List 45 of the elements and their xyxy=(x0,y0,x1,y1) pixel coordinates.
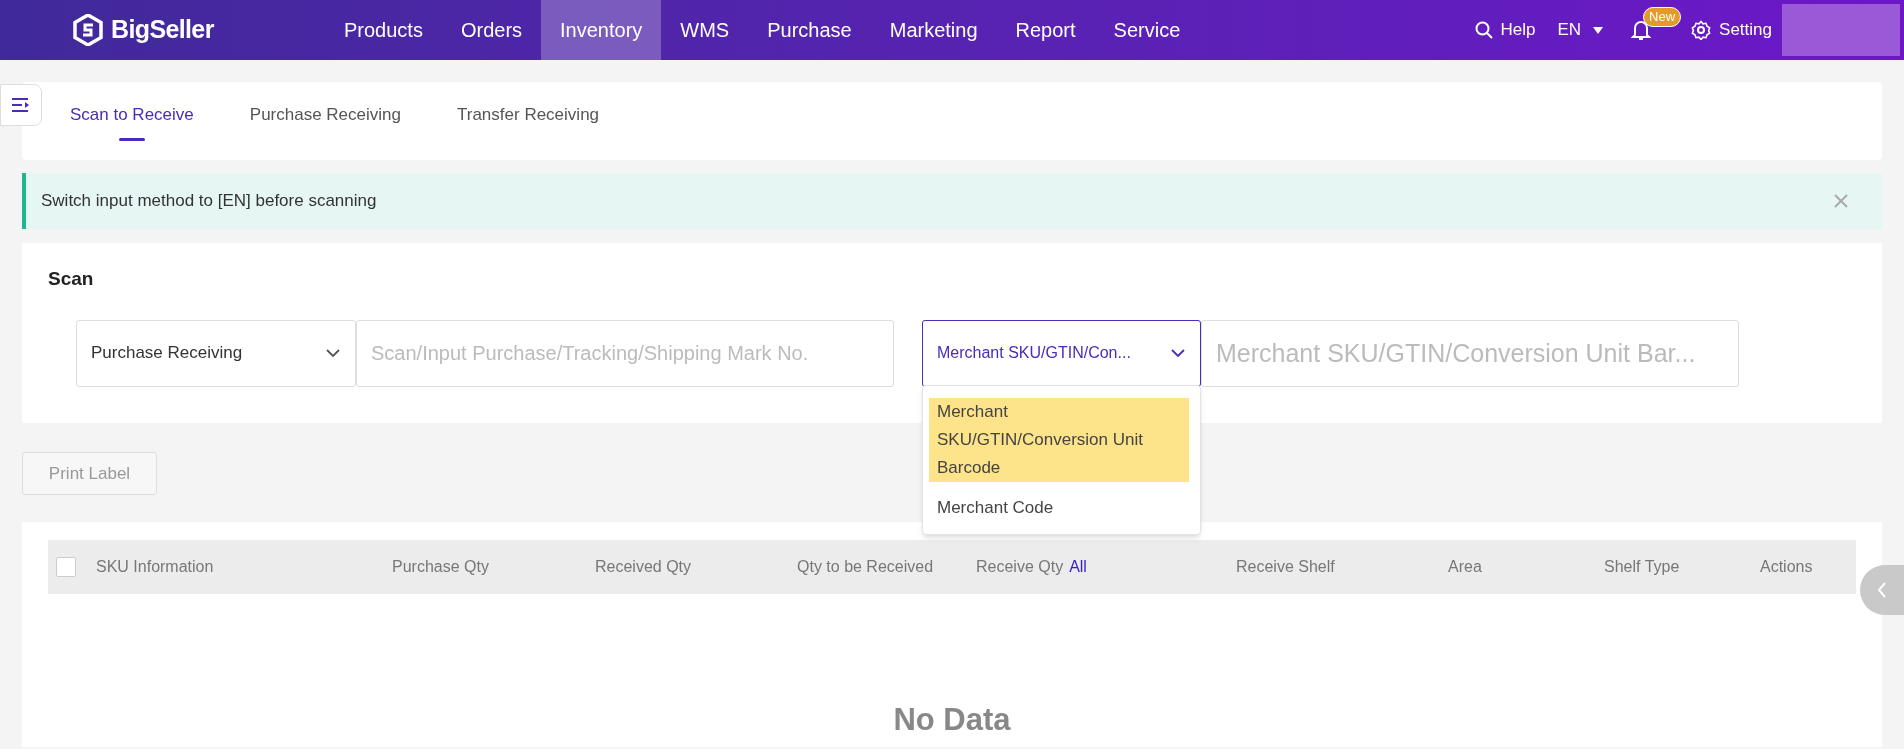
dropdown-option[interactable]: Merchant Code xyxy=(929,494,1189,522)
chevron-down-icon xyxy=(1170,348,1186,358)
column-header: Receive Qty xyxy=(976,557,1064,577)
bell-icon[interactable] xyxy=(1631,19,1652,41)
tab[interactable]: Purchase Receiving xyxy=(249,82,401,160)
select-all-checkbox[interactable] xyxy=(56,557,76,577)
empty-text: No Data xyxy=(893,704,1011,735)
dropdown-option[interactable]: Merchant SKU/GTIN/Conversion Unit Barcode xyxy=(929,398,1189,482)
caret-down-icon xyxy=(1593,26,1604,34)
language-select[interactable]: EN xyxy=(1557,17,1582,43)
chevron-left-icon xyxy=(1877,581,1887,599)
tab[interactable]: Scan to Receive xyxy=(70,82,194,160)
column-header: SKU Information xyxy=(96,557,215,577)
column-header: Actions xyxy=(1760,557,1814,577)
chevron-down-icon xyxy=(325,348,341,358)
nav-item[interactable]: Service xyxy=(1094,0,1200,60)
menu-icon xyxy=(11,97,31,113)
column-header: Area xyxy=(1448,557,1483,577)
nav-item[interactable]: Report xyxy=(996,0,1095,60)
column-header: Purchase Qty xyxy=(392,557,490,577)
nav-item[interactable]: Products xyxy=(325,0,442,60)
nav-item[interactable]: Orders xyxy=(441,0,542,60)
notice-text: Switch input method to [EN] before scanning xyxy=(41,190,378,213)
sidebar-toggle-button[interactable] xyxy=(0,84,42,126)
nav-item[interactable]: Marketing xyxy=(870,0,997,60)
settings-icon[interactable] xyxy=(1691,20,1712,40)
column-header: Receive Shelf xyxy=(1236,557,1336,577)
column-header: Qty to be Received xyxy=(797,557,935,577)
help-link[interactable]: Help xyxy=(1500,17,1536,43)
nav-item[interactable]: Inventory xyxy=(541,0,662,60)
all-link[interactable]: All xyxy=(1069,555,1087,579)
column-header: Received Qty xyxy=(595,557,693,577)
receive-type-select[interactable]: Purchase Receiving xyxy=(76,319,356,387)
scan-title: Scan xyxy=(48,267,95,291)
notification-badge: New xyxy=(1643,7,1682,27)
logo-icon xyxy=(73,14,103,46)
logo-text: BigSeller xyxy=(111,14,214,46)
setting-link[interactable]: Setting xyxy=(1719,17,1772,43)
nav-item[interactable]: WMS xyxy=(661,0,749,60)
order-number-field[interactable]: Scan/Input Purchase/Tracking/Shipping Mark No. xyxy=(356,319,894,387)
search-icon[interactable] xyxy=(1475,21,1494,39)
tab[interactable]: Transfer Receiving xyxy=(457,82,600,160)
nav-item[interactable]: Purchase xyxy=(748,0,871,60)
column-header: Shelf Type xyxy=(1604,557,1681,577)
code-field[interactable]: Merchant SKU/GTIN/Conversion Unit Bar... xyxy=(1201,319,1739,387)
